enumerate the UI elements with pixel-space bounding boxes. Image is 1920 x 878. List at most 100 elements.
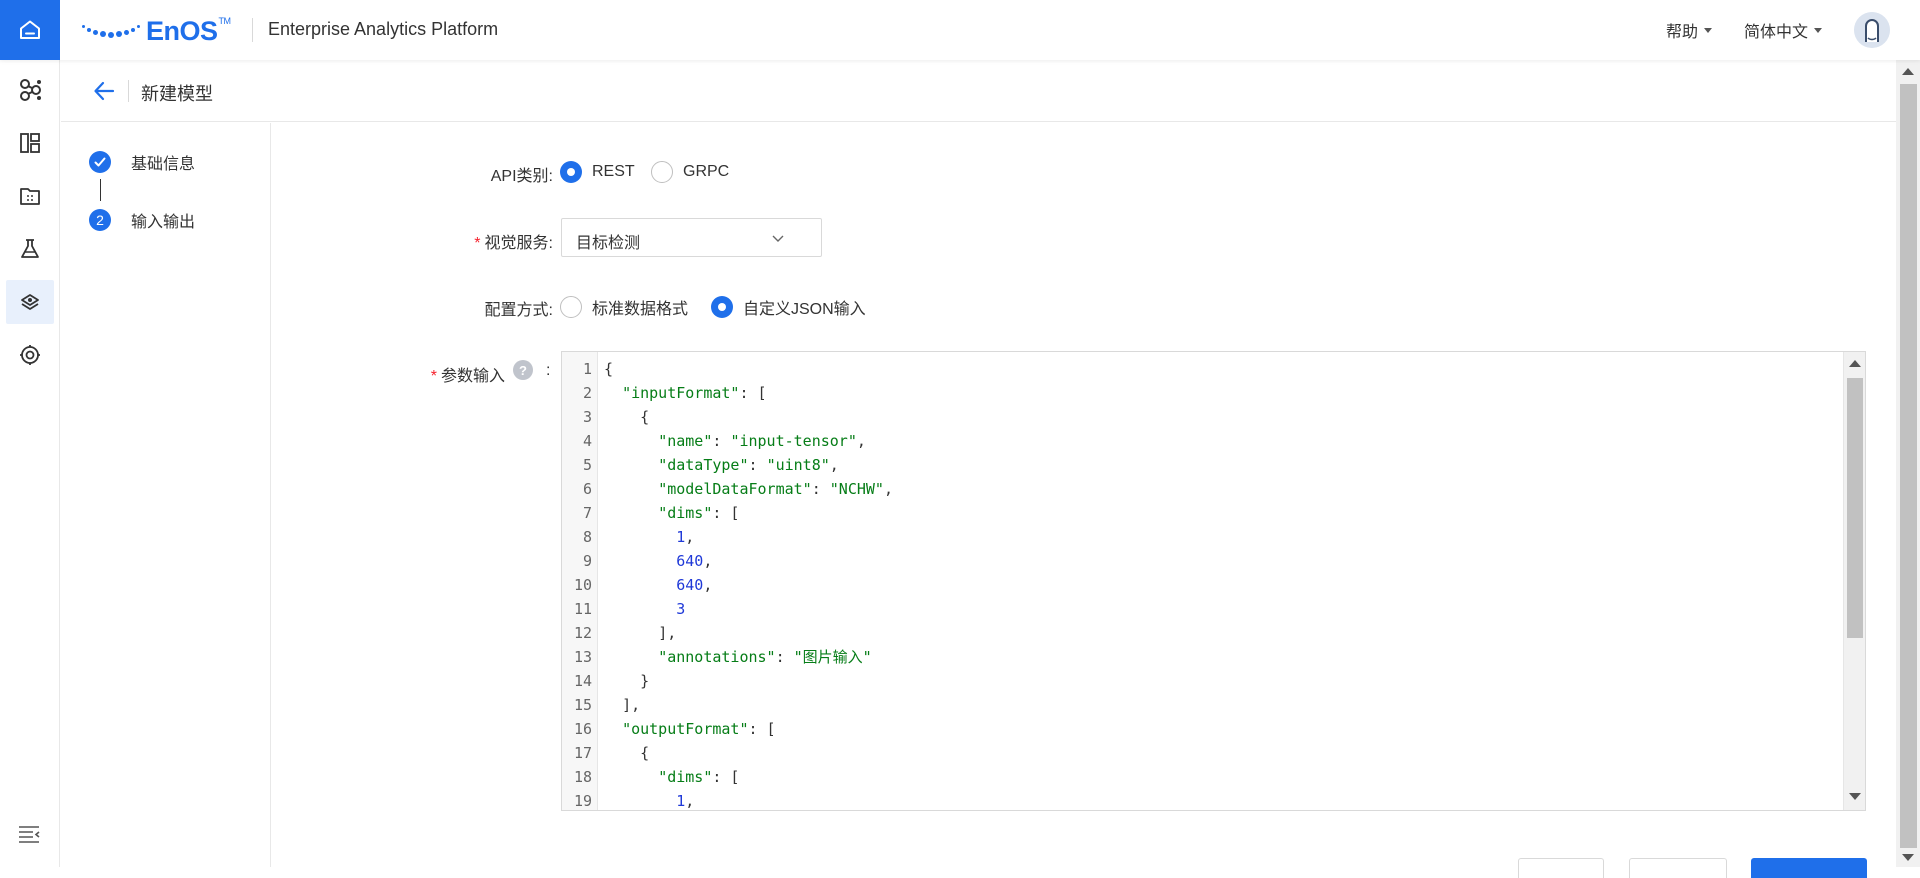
user-avatar-icon	[1854, 12, 1890, 48]
code-text: }	[598, 669, 649, 693]
scroll-up-icon[interactable]	[1849, 360, 1861, 367]
code-text: "inputFormat": [	[598, 381, 767, 405]
line-number: 12	[573, 624, 592, 642]
json-key: "name"	[658, 432, 713, 450]
scroll-up-icon[interactable]	[1902, 68, 1914, 75]
step-label: 输入输出	[131, 214, 196, 231]
nav-model-service[interactable]	[6, 280, 54, 324]
nav-lab[interactable]	[6, 227, 54, 271]
line-number: 14	[573, 672, 592, 690]
code-text: "dims": [	[598, 501, 739, 525]
code-line[interactable]: 5 "dataType": "uint8",	[562, 453, 1844, 477]
radio-checked-icon	[560, 161, 582, 183]
api-type-label: API类别:	[490, 168, 553, 185]
code-line[interactable]: 13 "annotations": "图片输入"	[562, 645, 1844, 669]
code-line[interactable]: 18 "dims": [	[562, 765, 1844, 789]
params-label: * 参数输入	[430, 368, 505, 385]
nav-dashboard[interactable]	[6, 121, 54, 165]
menu-collapse-button[interactable]	[18, 825, 40, 848]
home-button[interactable]	[0, 0, 60, 60]
top-bar: EnOSTM Enterprise Analytics Platform 帮助 …	[0, 0, 1920, 60]
code-text: {	[598, 741, 649, 765]
json-number: 1	[676, 792, 686, 810]
json-key: "dataType"	[658, 456, 749, 474]
nav-settings[interactable]	[6, 333, 54, 377]
json-key: "outputFormat"	[622, 720, 749, 738]
editor-scrollbar[interactable]	[1843, 352, 1865, 810]
code-line[interactable]: 11 3	[562, 597, 1844, 621]
api-type-radio-rest[interactable]: REST	[560, 161, 635, 183]
json-code-editor[interactable]: 1{2 "inputFormat": [3 {4 "name": "input-…	[561, 351, 1866, 811]
caret-down-icon	[1703, 27, 1712, 33]
page-scrollbar[interactable]	[1896, 60, 1920, 867]
footer-button-primary[interactable]	[1751, 858, 1867, 878]
json-punct: ],	[622, 696, 641, 714]
scroll-down-icon[interactable]	[1849, 793, 1861, 800]
language-menu[interactable]: 简体中文	[1744, 18, 1822, 42]
line-number: 16	[573, 720, 592, 738]
step-basic-info[interactable]: 基础信息	[89, 150, 195, 174]
vision-service-select[interactable]: 目标检测	[561, 218, 822, 257]
code-line[interactable]: 7 "dims": [	[562, 501, 1844, 525]
code-line[interactable]: 6 "modelDataFormat": "NCHW",	[562, 477, 1844, 501]
code-line[interactable]: 4 "name": "input-tensor",	[562, 429, 1844, 453]
line-number: 3	[582, 408, 592, 426]
code-line[interactable]: 16 "outputFormat": [	[562, 717, 1844, 741]
json-key: "annotations"	[658, 648, 776, 666]
logo-dots-icon	[82, 24, 140, 38]
avatar[interactable]	[1854, 12, 1890, 48]
code-line[interactable]: 12 ],	[562, 621, 1844, 645]
json-key: "dims"	[658, 504, 713, 522]
code-line[interactable]: 3 {	[562, 405, 1844, 429]
json-punct: ,	[685, 792, 695, 810]
footer-button-previous[interactable]	[1518, 858, 1604, 878]
json-punct: {	[604, 360, 614, 378]
code-line[interactable]: 19 1,	[562, 789, 1844, 810]
code-line[interactable]: 14 }	[562, 669, 1844, 693]
header-divider	[128, 80, 129, 102]
line-number: 18	[573, 768, 592, 786]
step-done-circle	[89, 151, 111, 173]
json-key: "inputFormat"	[622, 384, 740, 402]
nav-model-network[interactable]	[6, 68, 54, 112]
json-punct: ,	[703, 552, 713, 570]
page-scroll-thumb[interactable]	[1900, 84, 1917, 848]
config-mode-radio-standard[interactable]: 标准数据格式	[560, 295, 688, 319]
enos-logo[interactable]: EnOSTM	[82, 14, 231, 48]
footer-button-cancel[interactable]	[1629, 858, 1727, 878]
editor-scroll-thumb[interactable]	[1847, 378, 1863, 638]
code-line[interactable]: 8 1,	[562, 525, 1844, 549]
code-text: 1,	[598, 789, 695, 810]
config-mode-label: 配置方式:	[484, 302, 553, 319]
api-type-radio-grpc[interactable]: GRPC	[651, 161, 729, 183]
code-text: 640,	[598, 549, 712, 573]
code-line[interactable]: 2 "inputFormat": [	[562, 381, 1844, 405]
json-punct: : [	[712, 768, 740, 786]
radio-unchecked-icon	[560, 296, 582, 318]
model-network-icon	[20, 79, 41, 101]
folder-icon	[20, 188, 40, 205]
code-text: "dataType": "uint8",	[598, 453, 839, 477]
json-string: "NCHW"	[829, 480, 884, 498]
config-mode-radio-custom-json[interactable]: 自定义JSON输入	[711, 295, 866, 319]
line-number: 10	[573, 576, 592, 594]
code-line[interactable]: 10 640,	[562, 573, 1844, 597]
help-icon[interactable]: ?	[513, 360, 533, 380]
json-number: 1	[676, 528, 686, 546]
line-number: 19	[573, 792, 592, 810]
scroll-down-icon[interactable]	[1902, 854, 1914, 861]
code-content[interactable]: 1{2 "inputFormat": [3 {4 "name": "input-…	[562, 357, 1844, 810]
step-input-output[interactable]: 2 输入输出	[89, 208, 195, 232]
code-line[interactable]: 1{	[562, 357, 1844, 381]
code-line[interactable]: 15 ],	[562, 693, 1844, 717]
json-punct: {	[640, 744, 650, 762]
line-number: 8	[582, 528, 592, 546]
code-line[interactable]: 9 640,	[562, 549, 1844, 573]
nav-data-folder[interactable]	[6, 174, 54, 218]
back-button[interactable]	[91, 78, 117, 104]
code-text: 640,	[598, 573, 712, 597]
help-menu[interactable]: 帮助	[1666, 18, 1712, 42]
help-menu-label: 帮助	[1665, 24, 1698, 41]
code-line[interactable]: 17 {	[562, 741, 1844, 765]
json-number: 640	[676, 576, 704, 594]
